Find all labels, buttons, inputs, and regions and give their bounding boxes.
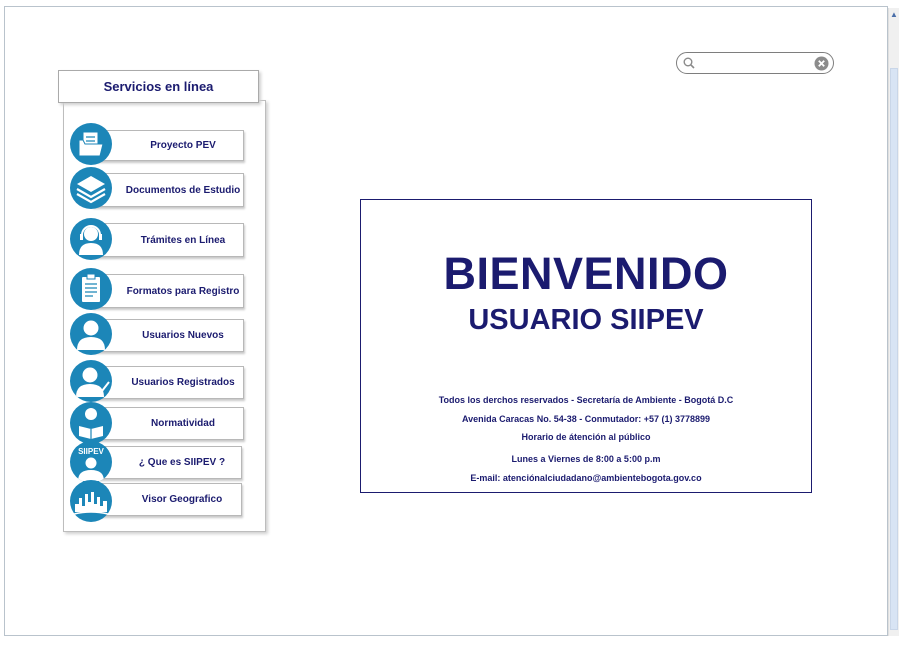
siipev-user-icon[interactable]: SIIPEV <box>70 441 112 483</box>
service-button-documentos[interactable]: Documentos de Estudio <box>92 173 244 207</box>
service-button-visor-geografico[interactable]: Visor Geografico <box>92 483 242 516</box>
user-reading-icon[interactable] <box>70 402 112 444</box>
service-label: Formatos para Registro <box>126 285 240 297</box>
folder-document-icon[interactable] <box>70 123 112 165</box>
service-button-proyecto-pev[interactable]: Proyecto PEV <box>92 130 244 161</box>
service-button-tramites[interactable]: Trámites en Línea <box>92 223 244 257</box>
city-skyline-icon[interactable] <box>70 480 112 522</box>
services-panel-title: Servicios en línea <box>58 70 259 103</box>
stacked-layers-icon[interactable] <box>70 167 112 209</box>
service-label: Trámites en Línea <box>140 234 226 246</box>
service-label: Usuarios Nuevos <box>142 330 224 341</box>
service-label: ¿ Que es SIIPEV ? <box>138 457 226 468</box>
clear-search-icon[interactable] <box>814 56 829 71</box>
search-box[interactable] <box>676 52 834 74</box>
search-icon <box>683 57 695 69</box>
user-icon[interactable] <box>70 313 112 355</box>
scrollbar-thumb[interactable] <box>890 68 898 630</box>
email-text: E-mail: atenciónalciudadano@ambientebogo… <box>470 473 702 483</box>
service-label: Usuarios Registrados <box>131 377 235 388</box>
welcome-subtitle: USUARIO SIIPEV <box>468 304 704 336</box>
support-agent-icon[interactable] <box>70 218 112 260</box>
service-button-que-es-siipev[interactable]: ¿ Que es SIIPEV ? <box>92 446 242 479</box>
service-button-normatividad[interactable]: Normatividad <box>92 407 244 440</box>
service-button-formatos[interactable]: Formatos para Registro <box>92 274 244 308</box>
service-label: Documentos de Estudio <box>125 184 241 196</box>
service-label: Visor Geografico <box>141 494 223 505</box>
rights-text: Todos los derchos reservados - Secretarí… <box>438 395 734 405</box>
service-label: Proyecto PEV <box>150 140 216 151</box>
service-button-usuarios-nuevos[interactable]: Usuarios Nuevos <box>92 319 244 352</box>
hours-label: Horario de átención al público <box>521 432 651 442</box>
welcome-title: BIENVENIDO <box>443 248 729 299</box>
scroll-up-arrow-icon[interactable]: ▲ <box>889 8 899 22</box>
hours-text: Lunes a Viernes de 8:00 a 5:00 p.m <box>511 454 661 464</box>
service-label: Normatividad <box>151 418 215 429</box>
service-button-usuarios-registrados[interactable]: Usuarios Registrados <box>92 366 244 399</box>
search-input[interactable] <box>699 55 813 73</box>
address-text: Avenida Caracas No. 54-38 - Conmutador: … <box>461 414 711 424</box>
welcome-panel: BIENVENIDO USUARIO SIIPEV Todos los derc… <box>360 199 812 493</box>
siipev-badge-text: SIIPEV <box>78 447 104 456</box>
vertical-scrollbar[interactable]: ▲ <box>888 8 899 636</box>
clipboard-icon[interactable] <box>70 268 112 310</box>
user-check-icon[interactable] <box>70 360 112 402</box>
